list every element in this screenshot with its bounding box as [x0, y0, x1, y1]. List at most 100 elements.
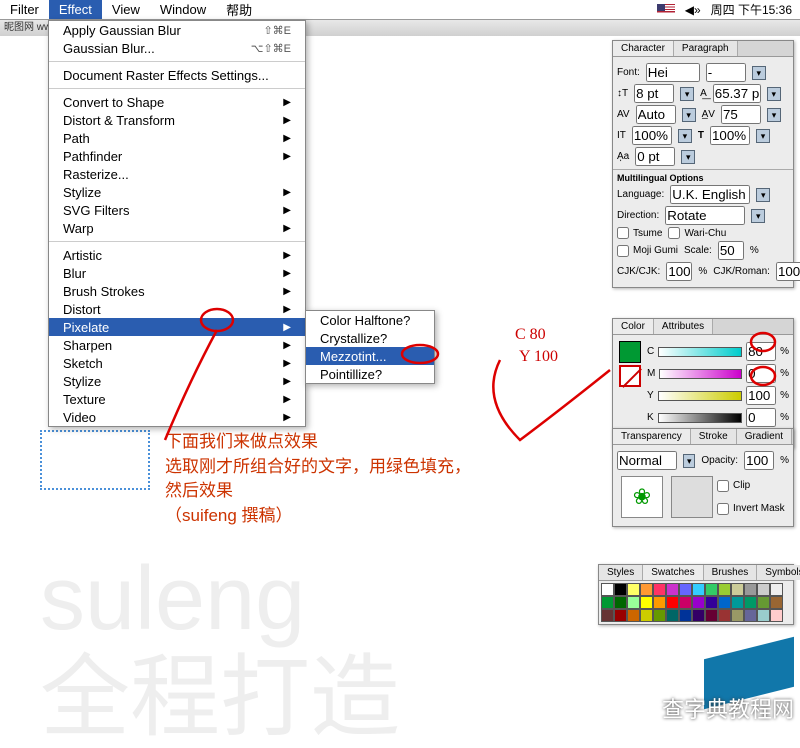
menu-last-settings[interactable]: Gaussian Blur...⌥⇧⌘E [49, 39, 305, 57]
menu-stylize[interactable]: Stylize▶ [49, 372, 305, 390]
baseline-input[interactable] [635, 147, 675, 166]
m-slider[interactable] [659, 369, 742, 379]
submenu-pointillize[interactable]: Pointillize? [306, 365, 434, 383]
lang-menu[interactable]: ▾ [756, 188, 770, 202]
tab-color[interactable]: Color [613, 319, 654, 334]
direction-select[interactable] [665, 206, 745, 225]
swatch[interactable] [679, 583, 692, 596]
menu-stylize-v[interactable]: Stylize▶ [49, 183, 305, 201]
menu-video[interactable]: Video▶ [49, 408, 305, 426]
swatch[interactable] [731, 583, 744, 596]
menu-warp[interactable]: Warp▶ [49, 219, 305, 237]
warichu-checkbox[interactable] [668, 227, 680, 239]
swatch[interactable] [731, 609, 744, 622]
menu-sharpen[interactable]: Sharpen▶ [49, 336, 305, 354]
swatch[interactable] [640, 596, 653, 609]
swatch[interactable] [770, 609, 783, 622]
swatch[interactable] [601, 583, 614, 596]
vscale-input[interactable] [632, 126, 672, 145]
swatch[interactable] [640, 609, 653, 622]
submenu-crystallize[interactable]: Crystallize? [306, 329, 434, 347]
transparency-thumb[interactable]: ❀ [621, 476, 663, 518]
menu-apply-last[interactable]: Apply Gaussian Blur⇧⌘E [49, 21, 305, 39]
cjk-input[interactable] [666, 262, 692, 281]
submenu-mezzotint[interactable]: Mezzotint... [306, 347, 434, 365]
tab-character[interactable]: Character [613, 41, 674, 56]
swatch[interactable] [666, 596, 679, 609]
swatch[interactable] [705, 596, 718, 609]
swatch[interactable] [653, 583, 666, 596]
y-slider[interactable] [658, 391, 742, 401]
menu-pixelate[interactable]: Pixelate▶ [49, 318, 305, 336]
swatch[interactable] [627, 583, 640, 596]
size-step[interactable]: ▾ [680, 87, 694, 101]
swatch[interactable] [757, 596, 770, 609]
menu-effect[interactable]: Effect [49, 0, 102, 19]
swatch[interactable] [653, 596, 666, 609]
dir-menu[interactable]: ▾ [751, 209, 765, 223]
swatch[interactable] [744, 609, 757, 622]
menu-view[interactable]: View [102, 0, 150, 19]
selected-artwork[interactable] [40, 430, 150, 490]
hscale-input[interactable] [710, 126, 750, 145]
swatch[interactable] [705, 609, 718, 622]
font-menu-btn[interactable]: ▾ [752, 66, 766, 80]
menu-svg-filters[interactable]: SVG Filters▶ [49, 201, 305, 219]
tab-paragraph[interactable]: Paragraph [674, 41, 738, 56]
tab-attributes[interactable]: Attributes [654, 319, 713, 334]
swatch[interactable] [705, 583, 718, 596]
swatch[interactable] [718, 609, 731, 622]
submenu-color-halftone[interactable]: Color Halftone? [306, 311, 434, 329]
keyboard-flag-icon[interactable] [657, 4, 675, 16]
swatch[interactable] [679, 609, 692, 622]
opacity-input[interactable] [744, 451, 774, 470]
tab-styles[interactable]: Styles [599, 565, 643, 580]
scale-input[interactable] [718, 241, 744, 260]
font-style-input[interactable] [706, 63, 746, 82]
c-slider[interactable] [658, 347, 742, 357]
swatch[interactable] [601, 596, 614, 609]
invert-mask-checkbox[interactable] [717, 503, 729, 515]
blend-mode-select[interactable] [617, 451, 677, 470]
tab-brushes[interactable]: Brushes [704, 565, 758, 580]
tracking-step[interactable]: ▾ [767, 108, 781, 122]
k-slider[interactable] [658, 413, 742, 423]
menu-rasterize[interactable]: Rasterize... [49, 165, 305, 183]
tab-gradient[interactable]: Gradient [737, 429, 792, 444]
sound-icon[interactable]: ◀» [685, 3, 701, 17]
baseline-step[interactable]: ▾ [681, 150, 695, 164]
swatch[interactable] [640, 583, 653, 596]
tsume-checkbox[interactable] [617, 227, 629, 239]
kerning-input[interactable] [636, 105, 676, 124]
swatch[interactable] [744, 596, 757, 609]
kerning-step[interactable]: ▾ [682, 108, 696, 122]
swatches-grid[interactable] [599, 581, 793, 624]
swatch[interactable] [718, 596, 731, 609]
tracking-input[interactable] [721, 105, 761, 124]
menu-help[interactable]: 帮助 [216, 0, 262, 21]
y-value[interactable] [746, 386, 776, 405]
swatch[interactable] [692, 596, 705, 609]
menu-doc-raster[interactable]: Document Raster Effects Settings... [49, 66, 305, 84]
menu-artistic[interactable]: Artistic▶ [49, 246, 305, 264]
menu-path[interactable]: Path▶ [49, 129, 305, 147]
menu-texture[interactable]: Texture▶ [49, 390, 305, 408]
mojigumi-checkbox[interactable] [617, 245, 629, 257]
swatch[interactable] [770, 596, 783, 609]
roman-input[interactable] [776, 262, 800, 281]
swatch[interactable] [679, 596, 692, 609]
tab-symbols[interactable]: Symbols [757, 565, 800, 580]
font-family-input[interactable] [646, 63, 700, 82]
menu-distort-transform[interactable]: Distort & Transform▶ [49, 111, 305, 129]
swatch[interactable] [744, 583, 757, 596]
menu-sketch[interactable]: Sketch▶ [49, 354, 305, 372]
mask-thumb[interactable] [671, 476, 713, 518]
swatch[interactable] [666, 609, 679, 622]
swatch[interactable] [614, 609, 627, 622]
m-value[interactable] [746, 364, 776, 383]
swatch[interactable] [627, 596, 640, 609]
swatch[interactable] [627, 609, 640, 622]
menu-pathfinder[interactable]: Pathfinder▶ [49, 147, 305, 165]
swatch[interactable] [770, 583, 783, 596]
tab-stroke[interactable]: Stroke [691, 429, 737, 444]
